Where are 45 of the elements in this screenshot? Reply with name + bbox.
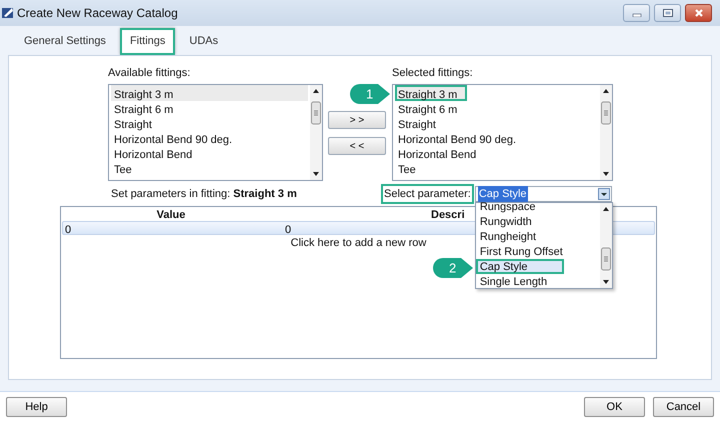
table-cell-text: 0 (64, 224, 72, 236)
dialog-button[interactable]: Cancel (653, 397, 714, 417)
list-item[interactable]: Straight 3 m (111, 85, 308, 101)
tab[interactable]: UDAs (179, 28, 228, 55)
maximize-icon (662, 9, 672, 17)
tab[interactable]: General Settings (14, 28, 116, 55)
scrollbar[interactable] (600, 203, 612, 288)
parameter-value: Cap Style (478, 186, 528, 202)
app-icon (2, 7, 14, 19)
list-item[interactable]: Horizontal Bend (111, 145, 308, 161)
dialog-button[interactable]: OK (584, 397, 645, 417)
list-label: Available fittings: (108, 66, 192, 80)
list-label: Selected fittings: (392, 66, 474, 80)
add-row-link[interactable]: Click here to add a new row (290, 237, 426, 249)
list-item[interactable]: Tee (395, 160, 598, 176)
list-item[interactable]: Horizontal Bend (395, 145, 598, 161)
help-button[interactable]: Help (6, 397, 67, 417)
list-item[interactable]: Tee (111, 160, 308, 176)
list-item[interactable]: Straight 3 m (395, 85, 467, 101)
window-title: Create New Raceway Catalog (17, 5, 178, 22)
callout-badge: 1 (350, 84, 392, 104)
column-header: Descri (431, 208, 465, 221)
dropdown-option[interactable]: First Rung Offset (476, 244, 600, 259)
fitting-caption: Set parameters in fitting: Straight 3 m (111, 186, 298, 202)
move-button[interactable]: > > (328, 111, 386, 129)
scrollbar[interactable] (310, 85, 322, 180)
tab[interactable]: Fittings (120, 28, 176, 55)
callout-badge: 2 (432, 258, 475, 278)
list-item[interactable]: Straight 6 m (395, 100, 598, 116)
dropdown-option[interactable]: Cap Style (476, 259, 564, 274)
list-item[interactable]: Straight (395, 115, 598, 131)
scrollbar[interactable] (600, 85, 612, 180)
close-icon (694, 9, 704, 17)
list-item[interactable]: Horizontal Bend 90 deg. (111, 130, 308, 146)
move-button[interactable]: < < (328, 137, 386, 155)
column-header: Value (156, 208, 186, 221)
list-item[interactable]: Horizontal Bend 90 deg. (395, 130, 598, 146)
table-cell-text: 0 (284, 224, 292, 236)
close-button[interactable] (685, 4, 712, 22)
parameter-label: Select parameter: (381, 184, 474, 204)
dropdown-button[interactable] (598, 188, 610, 200)
maximize-button[interactable] (654, 4, 681, 22)
list-item[interactable]: Straight 6 m (111, 100, 308, 116)
dropdown-option[interactable]: Single Length (476, 274, 600, 289)
list-item[interactable]: Straight (111, 115, 308, 131)
